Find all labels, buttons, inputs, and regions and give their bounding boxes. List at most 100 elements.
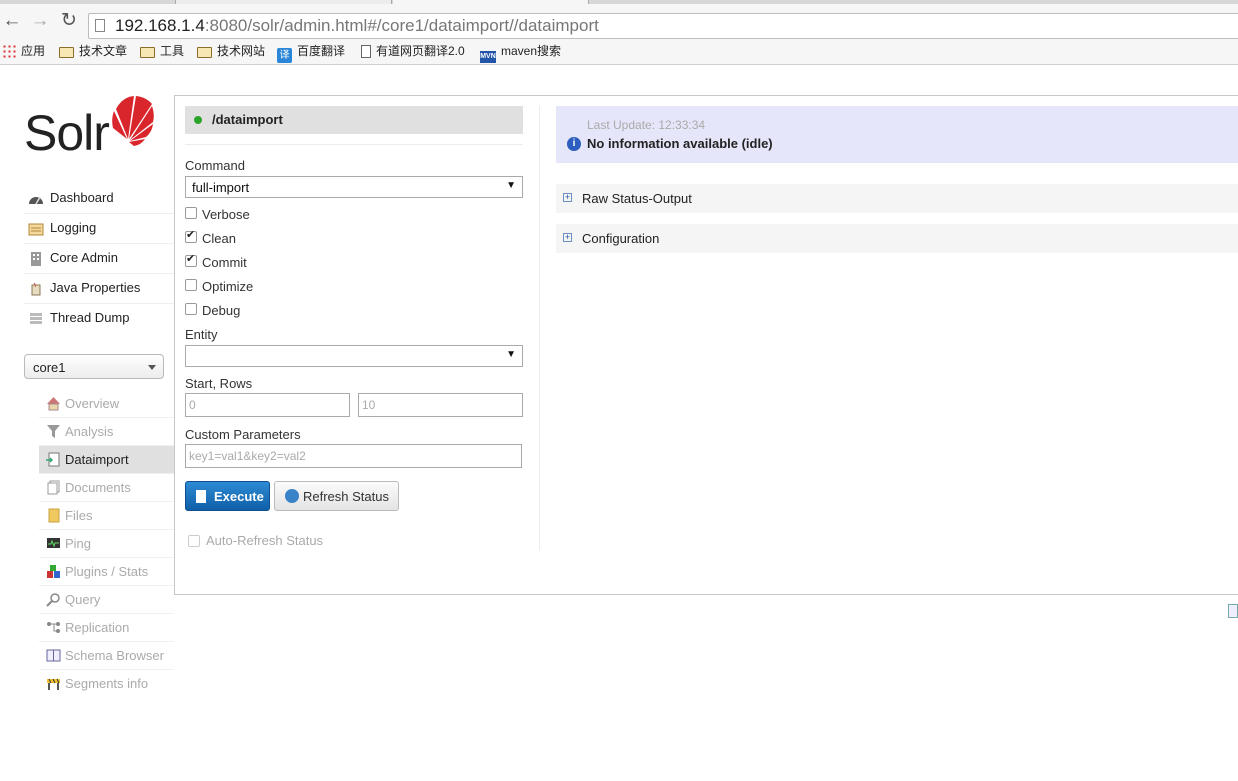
configuration-section[interactable]: + Configuration [556, 224, 1238, 253]
auto-refresh-label: Auto-Refresh Status [206, 533, 324, 548]
expand-plus-icon: + [563, 192, 572, 202]
optimize-checkbox[interactable] [185, 279, 197, 291]
bookmark-label: maven搜索 [501, 44, 562, 58]
subnav-item-query[interactable]: Query [39, 586, 174, 614]
folder-icon [140, 47, 155, 58]
bookmark-folder-tools[interactable]: 工具 [140, 42, 184, 60]
subnav-label: Files [65, 508, 93, 523]
bookmarks-bar: 应用 技术文章 工具 技术网站 译百度翻译 有道网页翻译2.0 MVN maven… [0, 39, 1238, 65]
subnav-label: Query [65, 592, 101, 607]
bookmark-folder-tech-articles[interactable]: 技术文章 [59, 42, 127, 60]
chevron-down-icon [148, 365, 156, 370]
apps-grid-icon [2, 44, 16, 58]
expand-plus-icon: + [563, 232, 572, 242]
subnav-label: Dataimport [65, 452, 129, 467]
execute-button[interactable]: Execute [185, 481, 270, 511]
thread-dump-icon [30, 313, 42, 324]
refresh-status-button[interactable]: Refresh Status [274, 481, 399, 511]
core-selector[interactable]: core1 [24, 354, 164, 379]
subnav-label: Documents [65, 480, 131, 495]
commit-checkbox[interactable] [185, 252, 197, 267]
subnav-label: Plugins / Stats [65, 564, 149, 579]
status-dot-icon [194, 116, 202, 124]
nav-label: Java Properties [50, 280, 141, 295]
maven-icon: MVN [480, 51, 496, 63]
funnel-icon [47, 425, 60, 438]
handler-header: /dataimport [185, 106, 523, 134]
section-title: Configuration [582, 231, 660, 246]
start-input[interactable]: 0 [185, 393, 350, 417]
folder-icon [197, 47, 212, 58]
debug-label: Debug [202, 303, 241, 318]
schema-icon [46, 649, 61, 662]
raw-status-output-section[interactable]: + Raw Status-Output [556, 184, 1238, 213]
subnav-item-dataimport[interactable]: Dataimport [39, 446, 174, 474]
auto-refresh-checkbox[interactable] [188, 535, 200, 547]
entity-label: Entity [185, 327, 218, 342]
bookmark-maven[interactable]: MVN maven搜索 [480, 42, 562, 63]
files-icon [48, 508, 60, 523]
subnav-label: Ping [65, 536, 92, 551]
home-icon [47, 397, 60, 411]
url-host: 192.168.1.4 [115, 16, 205, 35]
java-properties-icon [31, 282, 41, 296]
address-bar[interactable]: 192.168.1.4:8080/solr/admin.html#/core1/… [88, 13, 1238, 39]
nav-item-core-admin[interactable]: Core Admin [24, 244, 174, 274]
custom-parameters-input[interactable]: key1=val1&key2=val2 [185, 444, 522, 468]
forward-icon[interactable]: → [29, 10, 51, 32]
command-select[interactable]: full-import ▼ [185, 176, 523, 198]
rows-input[interactable]: 10 [358, 393, 523, 417]
nav-item-java-properties[interactable]: Java Properties [24, 274, 174, 304]
bookmark-folder-tech-sites[interactable]: 技术网站 [197, 42, 265, 60]
subnav-label: Segments info [65, 676, 149, 691]
plugins-icon [47, 565, 60, 578]
nav-label: Thread Dump [50, 310, 130, 325]
command-value: full-import [192, 180, 250, 195]
subnav-item-files[interactable]: Files [39, 502, 174, 530]
page-icon [95, 19, 105, 32]
custom-parameters-label: Custom Parameters [185, 427, 301, 442]
subnav-item-segments-info[interactable]: Segments info [39, 670, 174, 697]
nav-item-logging[interactable]: Logging [24, 214, 174, 244]
commit-label: Commit [202, 255, 247, 270]
status-message: No information available (idle) [587, 136, 773, 151]
optimize-label: Optimize [202, 279, 254, 294]
subnav-item-schema-browser[interactable]: Schema Browser [39, 642, 174, 670]
debug-checkbox[interactable] [185, 303, 197, 315]
translate-icon: 译 [277, 48, 292, 63]
entity-select[interactable]: ▼ [185, 345, 523, 367]
verbose-label: Verbose [202, 207, 250, 222]
nav-label: Core Admin [50, 250, 118, 265]
ping-icon [47, 538, 60, 548]
chevron-down-icon: ▼ [506, 180, 516, 191]
reload-icon[interactable]: ↻ [58, 10, 80, 32]
solr-logo[interactable]: Solr [24, 95, 154, 161]
subnav-item-overview[interactable]: Overview [39, 390, 174, 418]
subnav-item-analysis[interactable]: Analysis [39, 418, 174, 446]
bookmark-baidu-translate[interactable]: 译百度翻译 [277, 42, 345, 63]
subnav-item-replication[interactable]: Replication [39, 614, 174, 642]
nav-label: Logging [50, 220, 97, 235]
subnav-item-documents[interactable]: Documents [39, 474, 174, 502]
bookmark-youdao[interactable]: 有道网页翻译2.0 [361, 42, 465, 60]
back-icon[interactable]: ← [1, 10, 23, 32]
subnav-item-ping[interactable]: Ping [39, 530, 174, 558]
dataimport-icon [46, 452, 60, 467]
clean-checkbox[interactable] [185, 228, 197, 243]
subnav-label: Overview [65, 396, 120, 411]
chevron-down-icon: ▼ [506, 349, 516, 360]
replication-icon [47, 622, 60, 633]
subnav-item-plugins-stats[interactable]: Plugins / Stats [39, 558, 174, 586]
status-message-box: Last Update: 12:33:34 i No information a… [556, 106, 1238, 163]
bookmark-apps[interactable]: 应用 [2, 42, 45, 60]
url-text: 192.168.1.4:8080/solr/admin.html#/core1/… [115, 16, 599, 36]
verbose-checkbox[interactable] [185, 207, 197, 219]
browser-toolbar: ← → ↻ 192.168.1.4:8080/solr/admin.html#/… [0, 4, 1238, 39]
nav-item-dashboard[interactable]: Dashboard [24, 184, 174, 214]
logo-text: Solr [24, 105, 110, 161]
last-update-text: Last Update: 12:33:34 [587, 118, 706, 132]
nav-item-thread-dump[interactable]: Thread Dump [24, 304, 174, 333]
document-icon[interactable] [1228, 604, 1238, 618]
command-label: Command [185, 158, 245, 173]
core-selector-value: core1 [33, 360, 66, 375]
